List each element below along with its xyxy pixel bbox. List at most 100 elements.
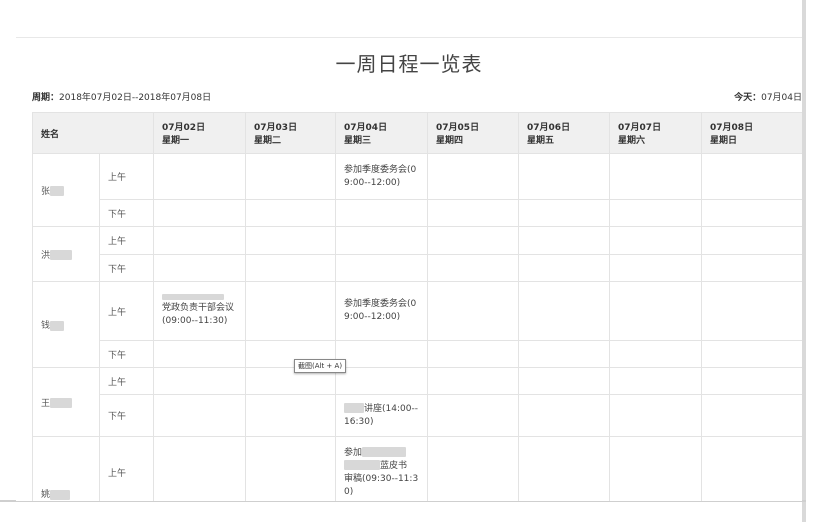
table-row: 王 上午: [32, 367, 802, 437]
header-day-sun: 07月08日 星期日: [701, 112, 802, 154]
person-name: 王: [32, 367, 100, 437]
redaction: [50, 320, 65, 331]
schedule-cell: [335, 340, 429, 368]
schedule-cell: [518, 394, 611, 437]
schedule-page: 一周日程一览表 周期：2018年07月02日--2018年07月08日 今天：0…: [16, 37, 802, 501]
period-label: 周期：: [32, 93, 60, 103]
event-cell[interactable]: 参加季度委务会(09:00--12:00): [335, 281, 429, 341]
schedule-cell: [153, 199, 247, 227]
slot-am: 上午: [98, 281, 155, 341]
table-row: 张 上午 参加季度委务会(09:00--12:00): [32, 153, 802, 227]
redaction: [344, 403, 365, 413]
schedule-cell: [427, 394, 520, 437]
slot-am: 上午: [98, 153, 155, 200]
schedule-cell: [427, 436, 520, 501]
schedule-table: 姓名 07月02日 星期一 07月03日 星期二 07月04日 星期三 07月05日星…: [31, 112, 802, 501]
schedule-cell: [427, 281, 520, 341]
schedule-cell: [245, 394, 337, 437]
today-value: 07月04日: [761, 93, 802, 103]
schedule-cell: [701, 367, 802, 395]
schedule-cell: [153, 436, 247, 501]
page-title: 一周日程一览表: [335, 52, 483, 76]
person-name: 张: [32, 153, 100, 227]
schedule-cell: [245, 199, 337, 227]
schedule-cell: [609, 199, 703, 227]
schedule-cell: [245, 226, 337, 255]
schedule-cell: [335, 199, 429, 227]
schedule-cell: [427, 340, 520, 368]
schedule-cell: [518, 281, 611, 341]
header-day-wed: 07月04日 星期三: [335, 112, 429, 154]
schedule-cell: [335, 226, 429, 255]
event-cell[interactable]: 讲座(14:00--16:30): [335, 394, 429, 437]
person-name: 钱: [32, 281, 100, 368]
window-right-edge: [802, 0, 806, 522]
redaction: [362, 447, 407, 457]
redaction: [50, 398, 73, 408]
schedule-cell: [427, 153, 520, 200]
schedule-cell: [701, 199, 802, 227]
table-row: 下午: [33, 254, 802, 282]
schedule-cell: [518, 436, 611, 501]
table-row: 姚 上午 参加 蓝皮书 审稿(09:30--11:30): [32, 436, 802, 501]
schedule-cell: [153, 340, 247, 368]
slot-pm: 下午: [98, 199, 155, 227]
schedule-cell: [427, 199, 520, 227]
schedule-cell: [518, 340, 611, 368]
table-row: 下午: [33, 340, 802, 368]
today-info: 今天：07月04日: [734, 90, 802, 103]
header-day-tue: 07月03日 星期二: [245, 112, 337, 154]
header-name: 姓名: [31, 112, 155, 154]
redaction: [50, 250, 73, 260]
header-day-thu: 07月05日 星期四: [427, 112, 520, 154]
table-row: 钱 上午 党政负责干部会议(09:00--11:30) 参加季度委务会(09:0…: [32, 281, 802, 368]
schedule-cell: [609, 394, 703, 437]
schedule-cell: [609, 254, 703, 282]
schedule-cell: [245, 254, 337, 282]
schedule-cell: [701, 254, 802, 282]
event-cell[interactable]: 参加季度委务会(09:00--12:00): [335, 153, 429, 200]
period-value: 2018年07月02日--2018年07月08日: [59, 93, 212, 103]
schedule-cell: [427, 254, 520, 282]
today-label: 今天：: [734, 93, 762, 103]
schedule-cell: [609, 436, 703, 501]
schedule-cell: [609, 367, 703, 395]
slot-pm: 下午: [98, 254, 155, 282]
schedule-cell: [153, 226, 247, 255]
slot-pm: 下午: [98, 394, 155, 437]
schedule-cell: [153, 367, 247, 395]
schedule-cell: [153, 394, 247, 437]
slot-pm: 下午: [98, 340, 155, 368]
schedule-cell: [701, 394, 802, 437]
person-name: 姚: [32, 436, 100, 501]
schedule-cell: [518, 367, 611, 395]
schedule-cell: [701, 226, 802, 255]
slot-am: 上午: [98, 367, 155, 395]
event-cell[interactable]: 党政负责干部会议(09:00--11:30): [153, 281, 247, 341]
event-cell[interactable]: 参加 蓝皮书 审稿(09:30--11:30): [335, 436, 429, 501]
header-day-sat: 07月07日 星期六: [609, 112, 703, 154]
header-day-mon: 07月02日 星期一: [153, 112, 247, 154]
schedule-cell: [245, 281, 337, 341]
schedule-cell: [335, 367, 429, 395]
screenshot-tooltip: 截图(Alt + A): [294, 359, 347, 373]
schedule-cell: [153, 153, 247, 200]
schedule-cell: [518, 153, 611, 200]
schedule-cell: [701, 340, 802, 368]
schedule-cell: [335, 254, 429, 282]
redaction: [162, 294, 225, 300]
schedule-cell: [153, 254, 247, 282]
schedule-cell: [245, 436, 337, 501]
table-row: 下午 讲座(14:00--16:30): [33, 394, 802, 437]
schedule-cell: [609, 153, 703, 200]
schedule-cell: [701, 281, 802, 341]
schedule-cell: [609, 281, 703, 341]
redaction: [50, 186, 65, 196]
schedule-cell: [701, 153, 802, 200]
header-row: 姓名 07月02日 星期一 07月03日 星期二 07月04日 星期三 07月05日星…: [31, 112, 802, 154]
schedule-cell: [518, 226, 611, 255]
schedule-cell: [518, 254, 611, 282]
slot-am: 上午: [98, 226, 155, 255]
header-day-fri: 07月06日 星期五: [518, 112, 611, 154]
schedule-cell: [427, 367, 520, 395]
